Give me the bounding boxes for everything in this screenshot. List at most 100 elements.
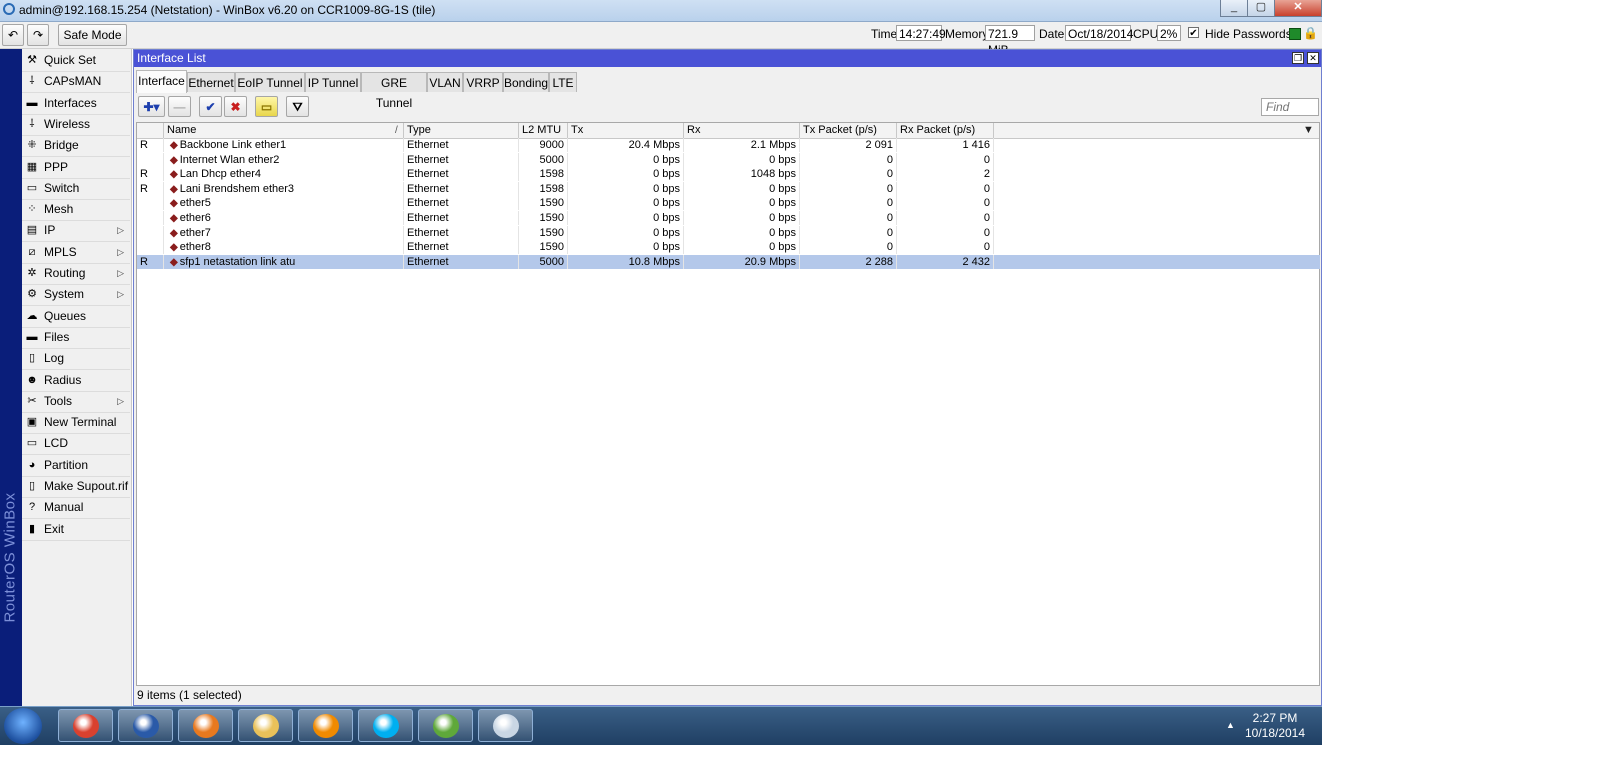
cell-mtu: 1590 (519, 240, 568, 255)
tab-vlan[interactable]: VLAN (427, 72, 463, 92)
side-menu: ⚒ Quick Set ⸸ CAPsMAN ▬ Interfaces ⸸ Wireless ⁜ B… (22, 49, 132, 706)
menu-item-log[interactable]: ▯ Log (22, 348, 130, 371)
undo-button[interactable]: ↶ (2, 24, 24, 46)
taskbar-app-skype[interactable] (358, 709, 413, 742)
table-row[interactable]: ◆ ether6 Ethernet 1590 0 bps 0 bps 0 0 (137, 211, 1320, 226)
menu-item-label: System (44, 287, 85, 302)
column-header-txp[interactable]: Tx Packet (p/s) (800, 123, 897, 138)
column-header-tx[interactable]: Tx (568, 123, 684, 138)
taskbar-app-firefox[interactable] (178, 709, 233, 742)
safe-mode-button[interactable]: Safe Mode (58, 24, 127, 46)
redo-button[interactable]: ↷ (27, 24, 49, 46)
cell-type: Ethernet (404, 225, 519, 240)
column-header-rxp[interactable]: Rx Packet (p/s) (897, 123, 994, 138)
interface-table: Name Type L2 MTU Tx Rx Tx Packet (p/s) Rx Pack… (136, 122, 1320, 686)
cell-rxp: 0 (897, 211, 994, 225)
menu-item-ppp[interactable]: ▦ PPP (22, 157, 130, 179)
cell-rxp: 0 (897, 181, 994, 196)
menu-item-mesh[interactable]: ⁘ Mesh (22, 199, 130, 222)
filter-button[interactable]: ⛛ (286, 96, 309, 117)
menu-item-interfaces[interactable]: ▬ Interfaces (22, 93, 130, 115)
window-close-button[interactable]: ✕ (1307, 52, 1319, 64)
add-button[interactable]: ✚▾ (138, 96, 165, 117)
menu-item-radius[interactable]: ☻ Radius (22, 370, 130, 392)
column-header-name[interactable]: Name (164, 123, 404, 138)
menu-item-new-terminal[interactable]: ▣ New Terminal (22, 412, 130, 435)
tab-vrrp[interactable]: VRRP (463, 72, 503, 92)
menu-item-routing[interactable]: ✲ Routing ▷ (22, 263, 130, 285)
ethernet-interface-icon: ◆ (170, 154, 178, 166)
remove-button[interactable]: — (168, 96, 191, 117)
menu-item-lcd[interactable]: ▭ LCD (22, 433, 130, 456)
start-button[interactable] (4, 708, 42, 744)
menu-item-mpls[interactable]: ⧄ MPLS ▷ (22, 242, 130, 264)
clock[interactable]: 2:27 PM 10/18/2014 (1240, 711, 1310, 741)
tray-expand-icon[interactable]: ▲ (1226, 720, 1235, 730)
table-row[interactable]: R ◆ Lani Brendshem ether3 Ethernet 1598 0 bps… (137, 181, 1320, 197)
menu-item-queues[interactable]: ☁ Queues (22, 306, 130, 328)
menu-item-wireless[interactable]: ⸸ Wireless (22, 114, 130, 136)
menu-item-switch[interactable]: ▭ Switch (22, 178, 130, 200)
tab-eoip-tunnel[interactable]: EoIP Tunnel (235, 72, 305, 92)
cell-txp: 2 091 (800, 138, 897, 152)
table-row[interactable]: ◆ ether7 Ethernet 1590 0 bps 0 bps 0 0 (137, 225, 1320, 241)
files-icon: ▬ (26, 330, 38, 343)
column-header-type[interactable]: Type (404, 123, 519, 138)
status-bar: 9 items (1 selected) (137, 688, 242, 702)
menu-item-make-supout-rif[interactable]: ▯ Make Supout.rif (22, 476, 130, 498)
supout-icon: ▯ (28, 480, 36, 492)
taskbar-app-paint[interactable] (478, 709, 533, 742)
find-input[interactable] (1261, 98, 1319, 116)
menu-item-capsman[interactable]: ⸸ CAPsMAN (22, 71, 130, 94)
main-toolbar: ↶ ↷ Safe Mode Time: 14:27:49 Memory: 721… (0, 22, 1322, 57)
tab-ethernet[interactable]: Ethernet (187, 72, 235, 92)
clock-date: 10/18/2014 (1244, 726, 1306, 740)
menu-item-ip[interactable]: ▤ IP ▷ (22, 220, 130, 243)
table-row[interactable]: ◆ Internet Wlan ether2 Ethernet 5000 0 bps 0 … (137, 152, 1320, 168)
maximize-button[interactable]: ▢ (1247, 0, 1275, 17)
taskbar-app-explorer[interactable] (238, 709, 293, 742)
cell-type: Ethernet (404, 196, 519, 211)
tab-lte[interactable]: LTE (549, 72, 577, 92)
taskbar-app-utorrent[interactable] (418, 709, 473, 742)
tab-ip-tunnel[interactable]: IP Tunnel (305, 72, 361, 92)
table-row[interactable]: ◆ ether5 Ethernet 1590 0 bps 0 bps 0 0 (137, 196, 1320, 211)
menu-item-exit[interactable]: ▮ Exit (22, 519, 130, 541)
menu-item-label: Wireless (44, 116, 91, 131)
tab-gre-tunnel[interactable]: GRE Tunnel (361, 72, 427, 110)
table-row[interactable]: R ◆ Lan Dhcp ether4 Ethernet 1598 0 bps 1048 b… (137, 167, 1320, 182)
tab-bonding[interactable]: Bonding (503, 72, 549, 92)
menu-item-bridge[interactable]: ⁜ Bridge (22, 135, 130, 158)
taskbar-app-winbox[interactable] (118, 709, 173, 742)
column-header-flag[interactable] (137, 123, 164, 138)
submenu-arrow-icon: ▷ (117, 395, 124, 406)
table-row[interactable]: R ◆ Backbone Link ether1 Ethernet 9000 20.4 M… (137, 138, 1320, 153)
hide-passwords-checkbox[interactable]: ✔ (1188, 27, 1199, 39)
column-header-rx[interactable]: Rx (684, 123, 800, 138)
disable-button[interactable]: ✖ (224, 96, 247, 117)
taskbar-app-vlc[interactable] (298, 709, 353, 742)
minimize-button[interactable]: _ (1220, 0, 1248, 17)
cell-type: Ethernet (404, 138, 519, 152)
enable-button[interactable]: ✔ (199, 96, 222, 117)
comment-button[interactable]: ▭ (255, 96, 278, 117)
column-menu-icon[interactable]: ▼ (1303, 123, 1314, 138)
menu-item-label: New Terminal (44, 415, 117, 430)
menu-item-manual[interactable]: ? Manual (22, 497, 130, 520)
tab-interface[interactable]: Interface (136, 70, 187, 93)
table-row[interactable]: ◆ ether8 Ethernet 1590 0 bps 0 bps 0 0 (137, 240, 1320, 255)
brand-text: RouterOS WinBox (1, 492, 19, 623)
menu-item-quick-set[interactable]: ⚒ Quick Set (22, 50, 130, 72)
cell-type: Ethernet (404, 240, 519, 255)
interface-name: Internet Wlan ether2 (179, 153, 280, 166)
cell-rx: 0 bps (684, 240, 800, 255)
taskbar-app-chrome[interactable] (58, 709, 113, 742)
menu-item-system[interactable]: ⚙ System ▷ (22, 284, 130, 307)
menu-item-tools[interactable]: ✂ Tools ▷ (22, 391, 130, 413)
close-button[interactable]: ✕ (1274, 0, 1322, 17)
table-row[interactable]: R ◆ sfp1 netastation link atu Ethernet 5000 1… (137, 254, 1320, 270)
menu-item-partition[interactable]: ◕ Partition (22, 455, 130, 477)
window-restore-button[interactable]: ❐ (1292, 52, 1304, 64)
column-header-mtu[interactable]: L2 MTU (519, 123, 568, 138)
menu-item-files[interactable]: ▬ Files (22, 327, 130, 349)
